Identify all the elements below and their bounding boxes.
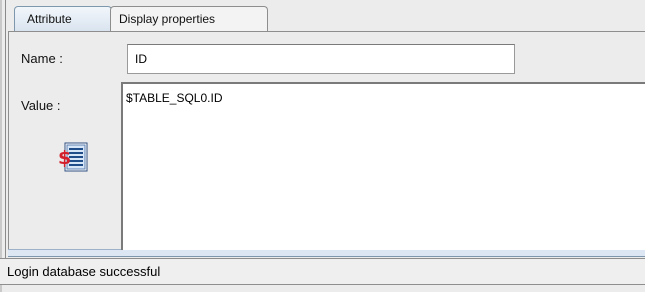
value-textarea[interactable]: $TABLE_SQL0.ID — [121, 82, 645, 250]
status-text: Login database successful — [7, 264, 161, 279]
window-left-border — [0, 0, 2, 292]
svg-text:$: $ — [58, 147, 71, 169]
name-input[interactable] — [127, 44, 515, 74]
sql-expression-icon: $ — [58, 142, 88, 172]
tab-display-properties[interactable]: Display properties — [110, 6, 268, 32]
panel-left-divider — [5, 0, 6, 262]
name-label: Name : — [21, 51, 63, 66]
tab-bar: Attribute Display properties — [8, 0, 645, 32]
panel-bottom-border — [8, 249, 645, 257]
value-label: Value : — [21, 98, 61, 113]
expression-editor-button[interactable]: $ — [55, 140, 91, 174]
tab-attribute[interactable]: Attribute — [14, 6, 112, 32]
status-bar: Login database successful — [0, 258, 645, 285]
